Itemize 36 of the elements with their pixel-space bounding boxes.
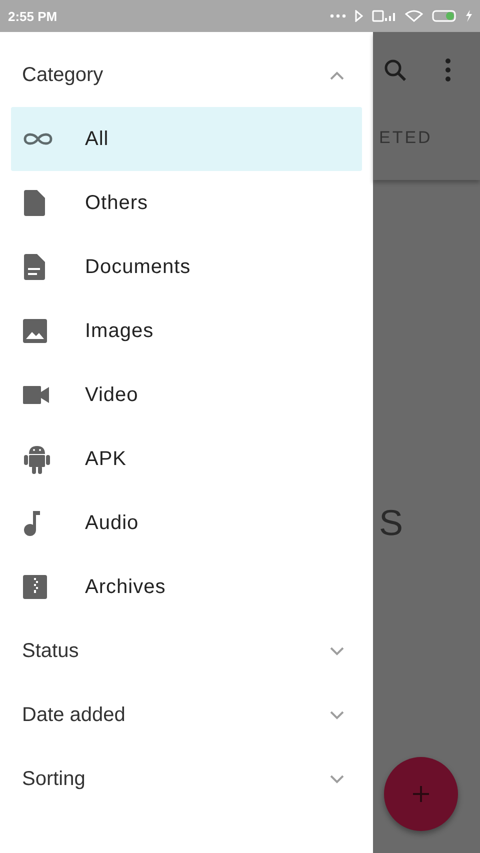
chevron-icon: [329, 646, 345, 656]
category-item[interactable]: Archives: [11, 555, 362, 619]
battery-icon: [432, 10, 456, 22]
file-icon: [23, 190, 45, 216]
more-options-icon[interactable]: [445, 58, 451, 82]
category-item[interactable]: Video: [11, 363, 362, 427]
signal-icon: [372, 10, 396, 22]
section-header[interactable]: Category: [0, 43, 373, 107]
category-item[interactable]: Documents: [11, 235, 362, 299]
empty-state-text: S: [379, 502, 404, 544]
search-icon[interactable]: [383, 58, 407, 82]
music-note-icon: [23, 510, 41, 536]
chevron-icon: [329, 710, 345, 720]
wifi-icon: [405, 10, 423, 22]
add-button[interactable]: [384, 757, 458, 831]
category-item[interactable]: Images: [11, 299, 362, 363]
play-icon: [355, 10, 363, 22]
document-icon: [23, 254, 45, 280]
category-item[interactable]: Others: [11, 171, 362, 235]
infinity-icon: [23, 132, 53, 146]
more-notifications-icon: [330, 14, 346, 18]
plus-icon: [412, 785, 430, 803]
chevron-icon: [329, 70, 345, 80]
video-camera-icon: [23, 386, 49, 404]
category-item[interactable]: All: [11, 107, 362, 171]
section-header[interactable]: Status: [0, 619, 373, 683]
category-item[interactable]: APK: [11, 427, 362, 491]
section-header[interactable]: Sorting: [0, 747, 373, 811]
archive-icon: [23, 575, 47, 599]
status-time: 2:55 PM: [8, 8, 58, 24]
charging-icon: [465, 10, 472, 22]
section-header[interactable]: Date added: [0, 683, 373, 747]
chevron-icon: [329, 774, 345, 784]
android-robot-icon: [23, 444, 51, 474]
category-item[interactable]: Audio: [11, 491, 362, 555]
image-icon: [23, 319, 47, 343]
